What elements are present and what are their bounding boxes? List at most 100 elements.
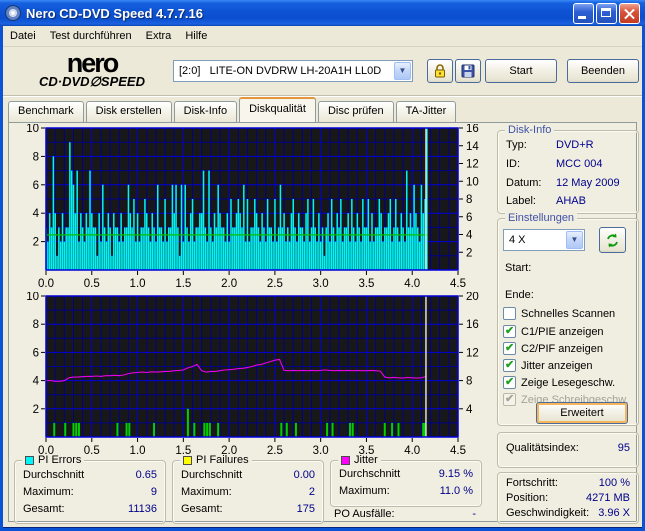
svg-text:3.0: 3.0 [313,278,329,290]
pi-errors-total-value: 11136 [128,503,157,515]
checkbox-icon [503,307,516,320]
pi-errors-avg-value: 0.65 [135,469,157,481]
disk-label-value: AHAB [556,195,586,207]
pi-failures-title: PI Failures [196,454,249,466]
tab-benchmark[interactable]: Benchmark [8,101,84,122]
pi-errors-max-value: 9 [150,486,157,498]
quality-index-value: 95 [617,442,630,454]
lock-button[interactable] [427,59,453,83]
jitter-groupbox: Jitter Durchschnitt 9.15 % Maximum: 11.0 % [330,454,482,507]
cddvdspeed-logo-text: CD·DVD∅SPEED [39,74,145,89]
jitter-max-label: Maximum: [339,485,390,497]
save-icon [461,64,475,78]
svg-text:4: 4 [33,376,40,388]
start-button[interactable]: Start [485,59,557,83]
quality-index-label: Qualitätsindex: [506,442,579,454]
checkbox-jitter-anzeigen[interactable]: Jitter anzeigen [503,358,593,373]
checkbox-label: C1/PIE anzeigen [521,325,604,338]
position-value: 4271 MB [585,492,630,504]
svg-text:8: 8 [466,194,472,206]
svg-text:2: 2 [33,404,39,416]
nero-logo-text: nero [66,48,120,78]
speed-select[interactable]: 4 X ▼ [503,229,585,251]
svg-text:4.5: 4.5 [450,278,466,290]
jitter-avg-label: Durchschnitt [339,468,401,480]
checkbox-c1-pie-anzeigen[interactable]: C1/PIE anzeigen [503,324,604,339]
disk-type-value: DVD+R [556,139,594,151]
pi-failures-legend-swatch [183,455,192,465]
svg-text:2.5: 2.5 [267,278,283,290]
pi-errors-avg-label: Durchschnitt [23,469,85,481]
tab-disk-erstellen[interactable]: Disk erstellen [85,101,172,122]
svg-text:12: 12 [466,347,479,359]
menu-test-durchfuehren[interactable]: Test durchführen [43,28,139,44]
progress-label: Fortschritt: [506,477,558,489]
disk-label-label: Label: [506,195,536,207]
checkbox-icon [503,375,516,389]
pi-failures-avg-label: Durchschnitt [181,469,243,481]
scan-start-label: Start: [505,262,532,274]
po-failures-row: PO Ausfälle: - [334,508,476,520]
speed-value: 3.96 X [598,507,630,519]
tab-strip: Benchmark Disk erstellen Disk-Info Diskq… [8,97,458,122]
speed-label: Geschwindigkeit: [506,507,590,519]
pi-failures-max-label: Maximum: [181,486,232,498]
disk-date-label: Datum: [506,177,542,189]
jitter-avg-value: 9.15 % [438,468,473,480]
disk-info-groupbox: Disk-Info Typ: DVD+R ID: MCC 004 Datum: 12 … [497,124,639,214]
svg-text:4.5: 4.5 [450,445,466,457]
minimize-button[interactable] [573,2,594,24]
svg-text:0.5: 0.5 [84,278,100,290]
advanced-button[interactable]: Erweitert [536,402,628,424]
chevron-down-icon[interactable]: ▼ [394,62,411,80]
checkbox-label: Zeige Lesegeschw. [521,376,616,389]
svg-text:10: 10 [466,176,479,188]
refresh-button[interactable] [599,227,626,253]
checkbox-schnelles-scannen[interactable]: Schnelles Scannen [503,306,615,321]
svg-text:8: 8 [466,376,472,388]
close-button[interactable] [619,2,640,24]
svg-text:8: 8 [33,151,39,163]
checkbox-zeige-lesegeschw[interactable]: Zeige Lesegeschw. [503,375,615,390]
disk-info-title: Disk-Info [505,124,555,136]
tab-ta-jitter[interactable]: TA-Jitter [395,101,457,122]
chevron-down-icon[interactable]: ▼ [566,231,583,249]
svg-text:8: 8 [33,319,39,331]
pi-errors-max-label: Maximum: [23,486,74,498]
checkbox-icon [503,392,516,406]
pi-errors-total-label: Gesamt: [23,503,65,515]
svg-text:1.0: 1.0 [130,278,146,290]
pi-failures-groupbox: PI Failures Durchschnitt 0.00 Maximum: 2 G… [172,454,324,524]
menu-extra[interactable]: Extra [139,28,179,44]
save-button[interactable] [455,59,481,83]
svg-text:2.5: 2.5 [267,445,283,457]
pif-jitter-chart: 246810481216200.0 0.5 1.0 1.5 2.0 2.5 3.0 3.5 4.… [26,292,479,457]
quality-index-groupbox: Qualitätsindex: 95 [497,432,639,468]
svg-text:4: 4 [466,230,473,242]
svg-text:2: 2 [33,237,39,249]
svg-text:0.0: 0.0 [38,278,54,290]
menu-hilfe[interactable]: Hilfe [178,28,214,44]
checkbox-c2-pif-anzeigen[interactable]: C2/PIF anzeigen [503,341,603,356]
menu-datei[interactable]: Datei [3,28,43,44]
drive-select[interactable]: [2:0] LITE-ON DVDRW LH-20A1H LL0D ▼ [173,60,413,82]
svg-text:16: 16 [466,319,479,331]
window-title: Nero CD-DVD Speed 4.7.7.16 [26,5,204,21]
tab-disk-info[interactable]: Disk-Info [173,101,238,122]
maximize-icon [601,7,611,17]
checkbox-label: Jitter anzeigen [521,359,593,372]
svg-text:4.0: 4.0 [404,445,420,457]
disk-id-label: ID: [506,158,521,170]
checkbox-label: Schnelles Scannen [521,307,616,320]
jitter-max-value: 11.0 % [439,485,473,497]
quit-button[interactable]: Beenden [567,59,639,83]
po-failures-label: PO Ausfälle: [334,508,395,520]
settings-title: Einstellungen [505,212,578,224]
tab-disc-pruefen[interactable]: Disc prüfen [317,101,394,122]
tab-diskqualitaet[interactable]: Diskqualität [239,97,316,122]
maximize-button[interactable] [596,2,617,24]
svg-text:12: 12 [466,159,479,171]
svg-text:3.5: 3.5 [358,278,374,290]
disk-id-value: MCC 004 [556,158,603,170]
checkbox-icon [503,341,516,355]
